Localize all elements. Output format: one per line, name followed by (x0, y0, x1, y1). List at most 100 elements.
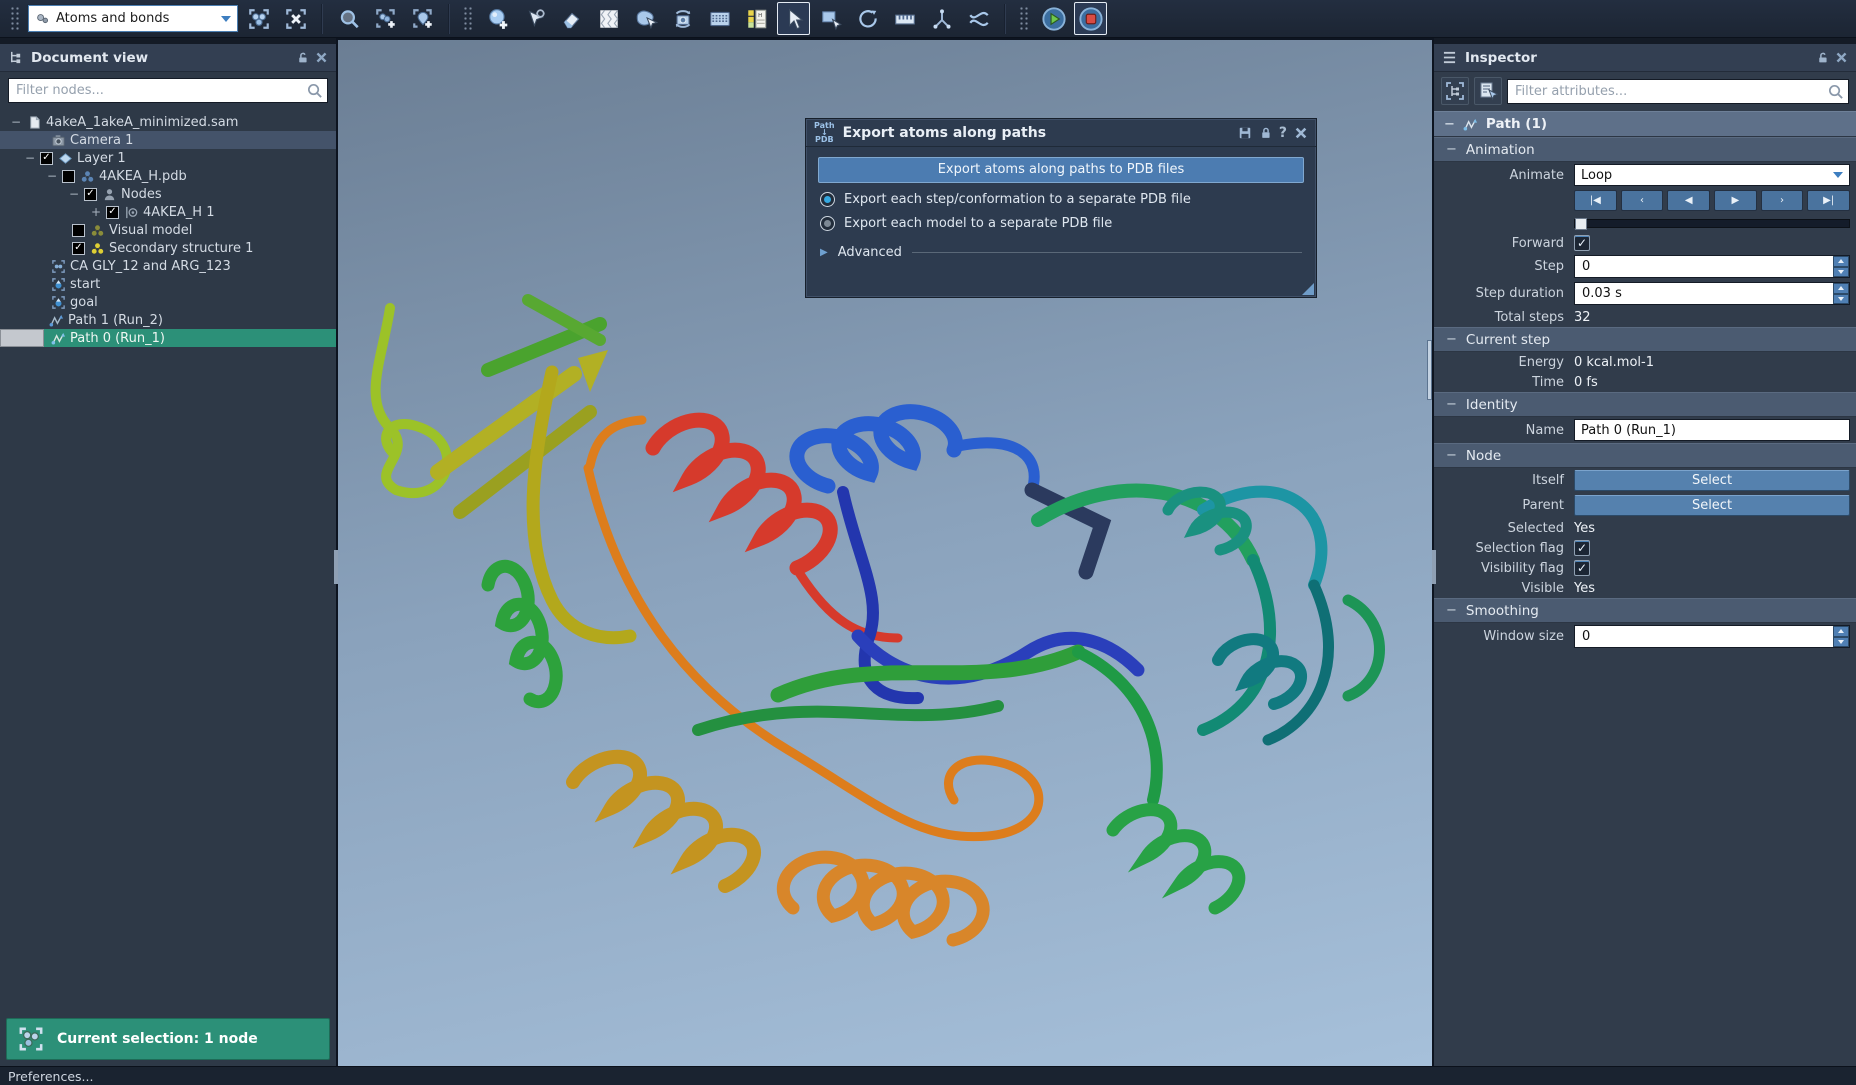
radio-export-each-model[interactable]: Export each model to a separate PDB file (820, 216, 1316, 231)
add-group-button[interactable] (406, 2, 439, 35)
radio-button-selected[interactable] (820, 192, 835, 207)
inspect-selection-button[interactable] (1441, 77, 1469, 105)
tree-item-path-1[interactable]: Path 1 (Run_2) (0, 311, 336, 329)
measure-tool-button[interactable] (888, 2, 921, 35)
tree-item-secondary-structure[interactable]: ✓ Secondary structure 1 (0, 239, 336, 257)
spin-up-button[interactable] (1833, 256, 1849, 267)
slider-handle[interactable] (1575, 218, 1587, 230)
toolbar-grip[interactable] (463, 6, 473, 32)
visibility-checkbox[interactable]: ✓ (40, 152, 53, 165)
step-backward-button[interactable]: ◀ (1667, 190, 1710, 211)
collapse-toggle[interactable]: − (46, 170, 58, 182)
step-forward-button[interactable]: ▶ (1714, 190, 1757, 211)
visibility-checkbox[interactable]: ✓ (72, 242, 85, 255)
section-path-header[interactable]: − Path (1) (1434, 111, 1856, 137)
visibility-flag-checkbox[interactable]: ✓ (1574, 560, 1590, 576)
close-icon[interactable] (1294, 126, 1308, 140)
spin-down-button[interactable] (1833, 267, 1849, 278)
viewport-3d[interactable]: Path↓PDB Export atoms along paths ? Expo… (338, 38, 1432, 1066)
pick-node-button[interactable] (1474, 77, 1502, 105)
step-slider[interactable] (1574, 219, 1850, 228)
forward-checkbox[interactable]: ✓ (1574, 235, 1590, 251)
selection-flag-checkbox[interactable]: ✓ (1574, 540, 1590, 556)
export-to-pdb-button[interactable]: Export atoms along paths to PDB files (818, 157, 1304, 183)
animate-dropdown[interactable]: Loop (1574, 164, 1850, 186)
inspector-header[interactable]: Inspector (1434, 44, 1856, 72)
play-simulation-button[interactable] (1037, 2, 1070, 35)
select-atoms-button[interactable] (242, 2, 275, 35)
spin-down-button[interactable] (1833, 294, 1849, 305)
visibility-checkbox[interactable]: ✓ (84, 188, 97, 201)
zoom-button[interactable] (332, 2, 365, 35)
advanced-section-toggle[interactable]: ▶ Advanced (820, 245, 1302, 260)
add-selection-group-button[interactable] (369, 2, 402, 35)
name-input[interactable] (1574, 419, 1850, 441)
visibility-checkbox[interactable]: ✓ (106, 206, 119, 219)
skip-to-end-button[interactable]: ▶| (1807, 190, 1850, 211)
tree-item-structural-model[interactable]: + ✓ 4AKEA_H 1 (0, 203, 336, 221)
visibility-checkbox[interactable] (72, 224, 85, 237)
document-view-header[interactable]: Document view (0, 44, 336, 72)
spin-down-button[interactable] (1833, 637, 1849, 648)
tree-item-atom-group[interactable]: CA GLY_12 and ARG_123 (0, 257, 336, 275)
lock-icon[interactable] (1816, 51, 1829, 64)
dialog-titlebar[interactable]: Path↓PDB Export atoms along paths ? (806, 119, 1316, 147)
expand-toggle[interactable]: + (90, 206, 102, 218)
radio-button-unselected[interactable] (820, 216, 835, 231)
close-icon[interactable] (315, 51, 328, 64)
collapse-toggle[interactable]: − (68, 188, 80, 200)
selection-mode-dropdown[interactable]: Atoms and bonds (28, 5, 238, 32)
spin-up-button[interactable] (1833, 626, 1849, 637)
section-animation-header[interactable]: − Animation (1434, 137, 1856, 162)
twist-tool-button[interactable] (962, 2, 995, 35)
clear-selection-button[interactable] (279, 2, 312, 35)
tree-item-nodes[interactable]: − ✓ Nodes (0, 185, 336, 203)
select-parent-button[interactable]: Select (1574, 495, 1850, 516)
add-atom-button[interactable] (481, 2, 514, 35)
periodic-table-button[interactable]: H (740, 2, 773, 35)
tree-item-visual-model[interactable]: Visual model (0, 221, 336, 239)
current-selection-bar[interactable]: Current selection: 1 node (6, 1018, 330, 1060)
keyboard-shortcuts-button[interactable] (703, 2, 736, 35)
tree-item-goal[interactable]: goal (0, 293, 336, 311)
collapse-toggle[interactable]: − (10, 116, 22, 128)
tree-item-camera[interactable]: Camera 1 (0, 131, 336, 149)
help-icon[interactable]: ? (1279, 125, 1287, 141)
panel-splitter-handle[interactable] (1432, 550, 1436, 584)
camera-rotate-button[interactable] (666, 2, 699, 35)
lock-icon[interactable] (296, 51, 309, 64)
tree-item-document[interactable]: − 4akeA_1akeA_minimized.sam (0, 113, 336, 131)
eraser-button[interactable] (555, 2, 588, 35)
filter-nodes-input[interactable] (8, 78, 328, 103)
fast-backward-button[interactable]: ‹ (1621, 190, 1664, 211)
filter-attributes-input[interactable] (1507, 79, 1849, 104)
axes-tool-button[interactable] (925, 2, 958, 35)
toolbar-grip[interactable] (10, 6, 20, 32)
section-identity-header[interactable]: − Identity (1434, 392, 1856, 417)
save-icon[interactable] (1238, 126, 1252, 140)
step-spinbox[interactable]: 0 (1574, 255, 1850, 278)
collapse-toggle[interactable]: − (24, 152, 36, 164)
skip-to-start-button[interactable]: |◀ (1574, 190, 1617, 211)
pointer-tool-button[interactable] (777, 2, 810, 35)
tree-item-layer[interactable]: − ✓ Layer 1 (0, 149, 336, 167)
tree-item-start[interactable]: start (0, 275, 336, 293)
fragment-editor-button[interactable] (592, 2, 625, 35)
tree-item-path-0[interactable]: Path 0 (Run_1) (0, 329, 336, 347)
close-icon[interactable] (1835, 51, 1848, 64)
fast-forward-button[interactable]: › (1761, 190, 1804, 211)
section-smoothing-header[interactable]: − Smoothing (1434, 598, 1856, 623)
radio-export-each-step[interactable]: Export each step/conformation to a separ… (820, 192, 1316, 207)
rectangle-select-button[interactable] (814, 2, 847, 35)
shape-select-button[interactable] (629, 2, 662, 35)
section-node-header[interactable]: − Node (1434, 443, 1856, 468)
visibility-checkbox[interactable] (62, 170, 75, 183)
section-current-step-header[interactable]: − Current step (1434, 327, 1856, 352)
tree-item-pdb[interactable]: − 4AKEA_H.pdb (0, 167, 336, 185)
record-button[interactable] (1074, 2, 1107, 35)
rotate-tool-button[interactable] (851, 2, 884, 35)
toolbar-grip[interactable] (1019, 6, 1029, 32)
select-itself-button[interactable]: Select (1574, 470, 1850, 491)
step-duration-spinbox[interactable]: 0.03 s (1574, 282, 1850, 305)
window-size-spinbox[interactable]: 0 (1574, 625, 1850, 648)
